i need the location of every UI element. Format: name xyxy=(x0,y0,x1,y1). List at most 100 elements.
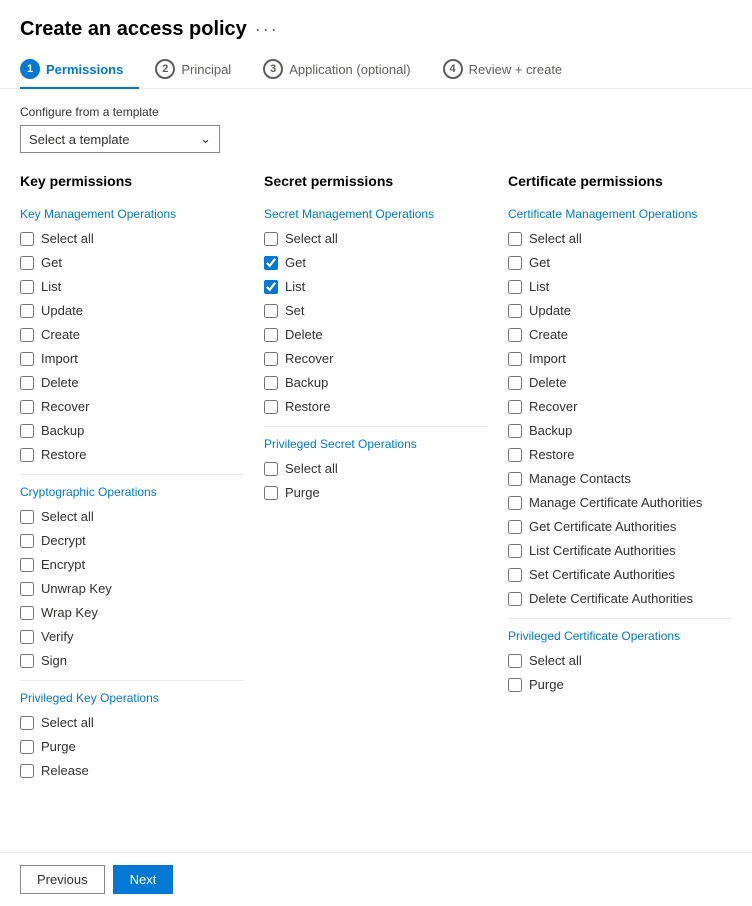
key-create-checkbox[interactable] xyxy=(20,328,34,342)
secret-restore-label[interactable]: Restore xyxy=(285,399,331,414)
secret-backup-label[interactable]: Backup xyxy=(285,375,328,390)
cert-recover-label[interactable]: Recover xyxy=(529,399,577,414)
secret-get-checkbox[interactable] xyxy=(264,256,278,270)
key-create-label[interactable]: Create xyxy=(41,327,80,342)
key-select-all-checkbox[interactable] xyxy=(20,232,34,246)
key-backup-checkbox[interactable] xyxy=(20,424,34,438)
key-unwrap-key-label[interactable]: Unwrap Key xyxy=(41,581,112,596)
cert-manage-cas-label[interactable]: Manage Certificate Authorities xyxy=(529,495,702,510)
cert-list-cas-label[interactable]: List Certificate Authorities xyxy=(529,543,676,558)
cert-priv-select-all-checkbox[interactable] xyxy=(508,654,522,668)
cert-backup-label[interactable]: Backup xyxy=(529,423,572,438)
key-release-label[interactable]: Release xyxy=(41,763,89,778)
secret-recover-checkbox[interactable] xyxy=(264,352,278,366)
key-encrypt-checkbox[interactable] xyxy=(20,558,34,572)
key-recover-checkbox[interactable] xyxy=(20,400,34,414)
cert-import-label[interactable]: Import xyxy=(529,351,566,366)
cert-list-label[interactable]: List xyxy=(529,279,549,294)
key-crypto-select-all-checkbox[interactable] xyxy=(20,510,34,524)
key-get-label[interactable]: Get xyxy=(41,255,62,270)
cert-restore-checkbox[interactable] xyxy=(508,448,522,462)
cert-get-cas-checkbox[interactable] xyxy=(508,520,522,534)
secret-purge-label[interactable]: Purge xyxy=(285,485,320,500)
template-dropdown[interactable]: Select a template ⌄ xyxy=(20,125,220,153)
next-button[interactable]: Next xyxy=(113,865,174,894)
key-delete-checkbox[interactable] xyxy=(20,376,34,390)
cert-get-label[interactable]: Get xyxy=(529,255,550,270)
cert-delete-cas-checkbox[interactable] xyxy=(508,592,522,606)
tab-principal[interactable]: 2 Principal xyxy=(155,51,247,89)
key-wrap-key-label[interactable]: Wrap Key xyxy=(41,605,98,620)
cert-create-label[interactable]: Create xyxy=(529,327,568,342)
key-crypto-select-all-label[interactable]: Select all xyxy=(41,509,94,524)
cert-import-checkbox[interactable] xyxy=(508,352,522,366)
key-release-checkbox[interactable] xyxy=(20,764,34,778)
cert-delete-checkbox[interactable] xyxy=(508,376,522,390)
secret-purge-checkbox[interactable] xyxy=(264,486,278,500)
secret-set-label[interactable]: Set xyxy=(285,303,305,318)
cert-select-all-checkbox[interactable] xyxy=(508,232,522,246)
cert-purge-label[interactable]: Purge xyxy=(529,677,564,692)
secret-delete-checkbox[interactable] xyxy=(264,328,278,342)
cert-recover-checkbox[interactable] xyxy=(508,400,522,414)
secret-select-all-checkbox[interactable] xyxy=(264,232,278,246)
key-recover-label[interactable]: Recover xyxy=(41,399,89,414)
cert-manage-contacts-label[interactable]: Manage Contacts xyxy=(529,471,631,486)
tab-review-create[interactable]: 4 Review + create xyxy=(443,51,579,89)
key-import-checkbox[interactable] xyxy=(20,352,34,366)
secret-delete-label[interactable]: Delete xyxy=(285,327,323,342)
key-decrypt-label[interactable]: Decrypt xyxy=(41,533,86,548)
key-sign-checkbox[interactable] xyxy=(20,654,34,668)
secret-list-label[interactable]: List xyxy=(285,279,305,294)
tab-permissions[interactable]: 1 Permissions xyxy=(20,51,139,89)
secret-priv-select-all-label[interactable]: Select all xyxy=(285,461,338,476)
secret-restore-checkbox[interactable] xyxy=(264,400,278,414)
cert-set-cas-label[interactable]: Set Certificate Authorities xyxy=(529,567,675,582)
cert-update-label[interactable]: Update xyxy=(529,303,571,318)
secret-backup-checkbox[interactable] xyxy=(264,376,278,390)
key-verify-label[interactable]: Verify xyxy=(41,629,74,644)
key-wrap-key-checkbox[interactable] xyxy=(20,606,34,620)
key-list-label[interactable]: List xyxy=(41,279,61,294)
secret-set-checkbox[interactable] xyxy=(264,304,278,318)
secret-recover-label[interactable]: Recover xyxy=(285,351,333,366)
key-priv-select-all-label[interactable]: Select all xyxy=(41,715,94,730)
cert-create-checkbox[interactable] xyxy=(508,328,522,342)
key-restore-label[interactable]: Restore xyxy=(41,447,87,462)
secret-priv-select-all-checkbox[interactable] xyxy=(264,462,278,476)
key-purge-label[interactable]: Purge xyxy=(41,739,76,754)
key-decrypt-checkbox[interactable] xyxy=(20,534,34,548)
key-import-label[interactable]: Import xyxy=(41,351,78,366)
cert-manage-contacts-checkbox[interactable] xyxy=(508,472,522,486)
cert-priv-select-all-label[interactable]: Select all xyxy=(529,653,582,668)
secret-get-label[interactable]: Get xyxy=(285,255,306,270)
cert-list-cas-checkbox[interactable] xyxy=(508,544,522,558)
cert-set-cas-checkbox[interactable] xyxy=(508,568,522,582)
cert-purge-checkbox[interactable] xyxy=(508,678,522,692)
key-purge-checkbox[interactable] xyxy=(20,740,34,754)
cert-delete-cas-label[interactable]: Delete Certificate Authorities xyxy=(529,591,693,606)
key-get-checkbox[interactable] xyxy=(20,256,34,270)
secret-list-checkbox[interactable] xyxy=(264,280,278,294)
key-priv-select-all-checkbox[interactable] xyxy=(20,716,34,730)
key-encrypt-label[interactable]: Encrypt xyxy=(41,557,85,572)
key-update-label[interactable]: Update xyxy=(41,303,83,318)
tab-application[interactable]: 3 Application (optional) xyxy=(263,51,426,89)
cert-manage-cas-checkbox[interactable] xyxy=(508,496,522,510)
key-verify-checkbox[interactable] xyxy=(20,630,34,644)
header-menu-dots[interactable]: ··· xyxy=(255,19,279,40)
key-delete-label[interactable]: Delete xyxy=(41,375,79,390)
key-select-all-label[interactable]: Select all xyxy=(41,231,94,246)
key-update-checkbox[interactable] xyxy=(20,304,34,318)
key-sign-label[interactable]: Sign xyxy=(41,653,67,668)
key-unwrap-key-checkbox[interactable] xyxy=(20,582,34,596)
key-restore-checkbox[interactable] xyxy=(20,448,34,462)
key-list-checkbox[interactable] xyxy=(20,280,34,294)
key-backup-label[interactable]: Backup xyxy=(41,423,84,438)
previous-button[interactable]: Previous xyxy=(20,865,105,894)
cert-update-checkbox[interactable] xyxy=(508,304,522,318)
cert-get-checkbox[interactable] xyxy=(508,256,522,270)
cert-backup-checkbox[interactable] xyxy=(508,424,522,438)
cert-select-all-label[interactable]: Select all xyxy=(529,231,582,246)
cert-delete-label[interactable]: Delete xyxy=(529,375,567,390)
